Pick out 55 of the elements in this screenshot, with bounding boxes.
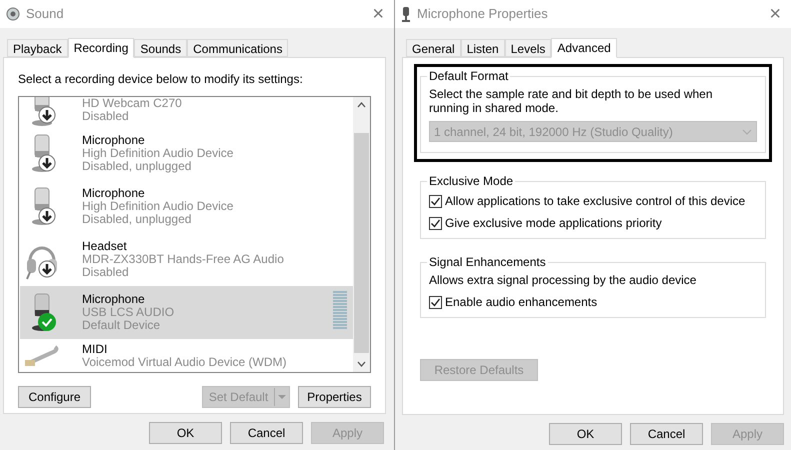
properties-button[interactable]: Properties [298,386,371,408]
device-name: MIDI [82,343,108,356]
level-meter-icon [333,291,347,331]
checkbox[interactable] [429,216,442,230]
device-description: High Definition Audio Device [82,147,234,160]
device-name: Headset [82,240,128,253]
device-name: Microphone [82,134,146,147]
device-description: HD Webcam C270 [82,97,182,110]
cable-icon [25,345,59,367]
checkbox[interactable] [429,194,442,208]
tab[interactable]: General [406,39,461,57]
speaker-icon [6,7,20,21]
chevron-down-icon [742,128,752,134]
group-description: Select the sample rate and bit depth to be used when running in shared mode. [429,87,714,115]
tab[interactable]: Sounds [134,39,188,57]
group-title: Exclusive Mode [428,173,514,190]
dialog-button[interactable]: OK [149,422,222,444]
tab[interactable]: Communications [187,39,288,57]
window-title: Microphone Properties [417,5,548,24]
device-name: Microphone [82,293,146,306]
device-status: Disabled, unplugged [82,160,192,173]
group-description: Allows extra signal processing by the audio device [429,273,698,287]
device-status: Disabled, unplugged [82,213,192,226]
instruction-text: Select a recording device below to modify its settings: [18,71,304,88]
microphone-icon [401,6,411,22]
close-button[interactable]: × [368,4,388,24]
device-status: Disabled [82,266,130,279]
tab[interactable]: Levels [504,39,552,57]
window-title: Sound [26,5,64,24]
scrollbar[interactable] [353,97,370,372]
device-description: USB LCS AUDIO [82,306,174,319]
group-title: Signal Enhancements [428,254,547,271]
device-name: Microphone [82,187,146,200]
device-item[interactable]: Microphone USB LCS AUDIO Default Device [20,286,353,339]
device-status: Default Device [82,319,162,332]
tab[interactable]: Listen [460,39,505,57]
scrollbar-thumb[interactable] [354,133,369,353]
device-status: Disabled [82,110,130,123]
dialog-button[interactable]: Cancel [230,422,303,444]
device-description: Voicemod Virtual Audio Device (WDM) [82,356,287,369]
dialog-button[interactable]: Cancel [630,423,703,445]
group-title: Default Format [428,68,510,85]
tab[interactable]: Playback [7,39,68,57]
checkbox-label: Give exclusive mode applications priority [445,215,662,232]
configure-button[interactable]: Configure [18,386,91,408]
close-button[interactable]: × [765,4,785,24]
dialog-button[interactable]: OK [549,423,622,445]
tab[interactable]: Advanced [551,38,617,58]
tab[interactable]: Recording [68,38,134,58]
checkbox-label: Enable audio enhancements [445,294,598,311]
device-description: MDR-ZX330BT Hands-Free AG Audio [82,253,284,266]
device-item[interactable]: MIDI Voicemod Virtual Audio Device (WDM) [20,339,353,372]
checkbox[interactable] [429,296,442,308]
checkbox-label: Allow applications to take exclusive control of this device [445,193,746,210]
device-description: High Definition Audio Device [82,200,234,213]
